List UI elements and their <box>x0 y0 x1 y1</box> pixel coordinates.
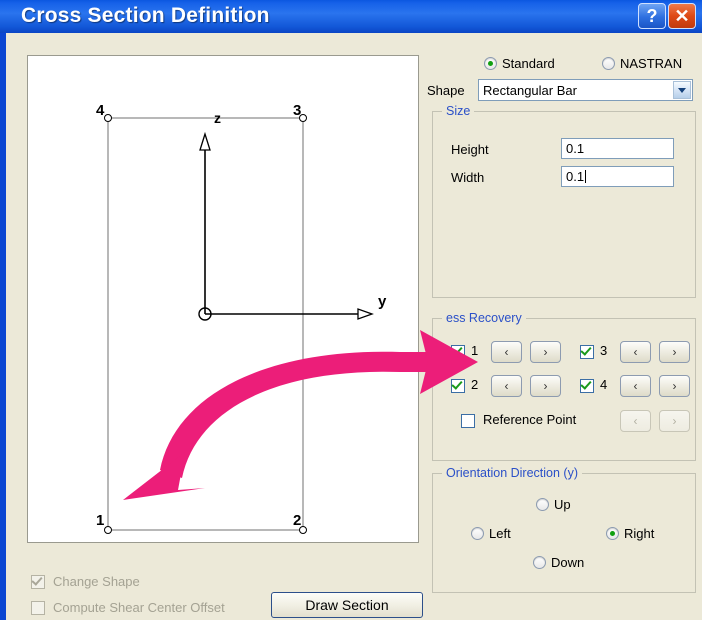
reference-point-label: Reference Point <box>483 412 577 427</box>
change-shape-checkbox <box>31 575 45 589</box>
shape-value: Rectangular Bar <box>483 82 577 98</box>
section-type-radio-group: Standard NASTRAN <box>484 56 702 76</box>
orientation-group: Orientation Direction (y) Up Left Right … <box>432 466 696 593</box>
shape-dropdown[interactable]: Rectangular Bar <box>478 79 693 101</box>
window-title: Cross Section Definition <box>21 4 270 27</box>
help-button[interactable]: ? <box>638 3 666 29</box>
stress-point-2-prev-button[interactable]: ‹ <box>491 375 522 397</box>
orientation-down-label: Down <box>551 555 585 570</box>
stress-point-3-checkbox[interactable] <box>580 345 594 359</box>
stress-recovery-group: ess Recovery 1 ‹ › 3 ‹ › 2 ‹ › 4 ‹ › Ref… <box>432 311 696 461</box>
radio-nastran[interactable]: NASTRAN <box>602 56 682 71</box>
orientation-legend: Orientation Direction (y) <box>442 466 582 480</box>
orientation-right-label: Right <box>624 526 655 541</box>
dialog-client-area: 4 3 1 2 z y Standard NASTRAN Shape Recta… <box>6 33 702 620</box>
reference-point-prev-button: ‹ <box>620 410 651 432</box>
width-label: Width <box>451 170 485 185</box>
orientation-left-label: Left <box>489 526 511 541</box>
stress-point-4-label: 4 <box>600 377 608 392</box>
reference-point-next-button: › <box>659 410 690 432</box>
draw-section-button[interactable]: Draw Section <box>271 592 423 618</box>
stress-point-4-checkbox[interactable] <box>580 379 594 393</box>
axis-label-z: z <box>214 110 221 126</box>
orientation-up-label: Up <box>554 497 571 512</box>
chevron-down-icon[interactable] <box>673 81 691 99</box>
height-value: 0.1 <box>566 141 585 156</box>
stress-point-3-next-button[interactable]: › <box>659 341 690 363</box>
change-shape-label: Change Shape <box>53 574 140 589</box>
shape-row: Shape Rectangular Bar <box>426 79 702 103</box>
radio-standard-label: Standard <box>502 56 555 71</box>
compute-shear-checkbox <box>31 601 45 615</box>
orientation-up-dot <box>536 498 549 511</box>
node-label-3: 3 <box>293 102 302 119</box>
compute-shear-label: Compute Shear Center Offset <box>53 600 225 615</box>
stress-recovery-legend: ess Recovery <box>442 311 526 325</box>
close-button[interactable]: ✕ <box>668 3 696 29</box>
stress-point-1-next-button[interactable]: › <box>530 341 561 363</box>
title-bar: Cross Section Definition ? ✕ <box>0 0 702 33</box>
radio-nastran-dot <box>602 57 615 70</box>
reference-point-checkbox[interactable] <box>461 414 475 428</box>
stress-point-2-next-button[interactable]: › <box>530 375 561 397</box>
settings-panel: Standard NASTRAN Shape Rectangular Bar S… <box>426 33 702 620</box>
stress-point-2-label: 2 <box>471 377 479 392</box>
dialog-window: Cross Section Definition ? ✕ 4 3 1 2 z y… <box>0 0 702 620</box>
orientation-left[interactable]: Left <box>471 526 511 541</box>
orientation-down-dot <box>533 556 546 569</box>
node-label-4: 4 <box>96 102 105 119</box>
stress-point-4-next-button[interactable]: › <box>659 375 690 397</box>
orientation-left-dot <box>471 527 484 540</box>
height-input[interactable]: 0.1 <box>561 138 674 159</box>
orientation-down[interactable]: Down <box>533 555 584 570</box>
stress-point-3-label: 3 <box>600 343 608 358</box>
stress-point-1-checkbox[interactable] <box>451 345 465 359</box>
node-label-1: 1 <box>96 512 105 529</box>
orientation-right[interactable]: Right <box>606 526 654 541</box>
orientation-right-dot <box>606 527 619 540</box>
section-preview-canvas[interactable]: 4 3 1 2 z y <box>27 55 419 543</box>
stress-point-1-label: 1 <box>471 343 479 358</box>
stress-point-1-prev-button[interactable]: ‹ <box>491 341 522 363</box>
stress-point-2-checkbox[interactable] <box>451 379 465 393</box>
stress-point-4-prev-button[interactable]: ‹ <box>620 375 651 397</box>
height-label: Height <box>451 142 489 157</box>
orientation-up[interactable]: Up <box>536 497 571 512</box>
node-label-2: 2 <box>293 512 302 529</box>
shape-label: Shape <box>427 83 465 98</box>
size-group: Size Height 0.1 Width 0.1 <box>432 104 696 298</box>
radio-nastran-label: NASTRAN <box>620 56 683 71</box>
radio-standard-dot <box>484 57 497 70</box>
axis-label-y: y <box>378 293 387 310</box>
text-cursor <box>585 170 587 183</box>
radio-standard[interactable]: Standard <box>484 56 555 71</box>
width-value: 0.1 <box>566 169 585 184</box>
stress-point-3-prev-button[interactable]: ‹ <box>620 341 651 363</box>
size-group-legend: Size <box>442 104 475 118</box>
width-input[interactable]: 0.1 <box>561 166 674 187</box>
